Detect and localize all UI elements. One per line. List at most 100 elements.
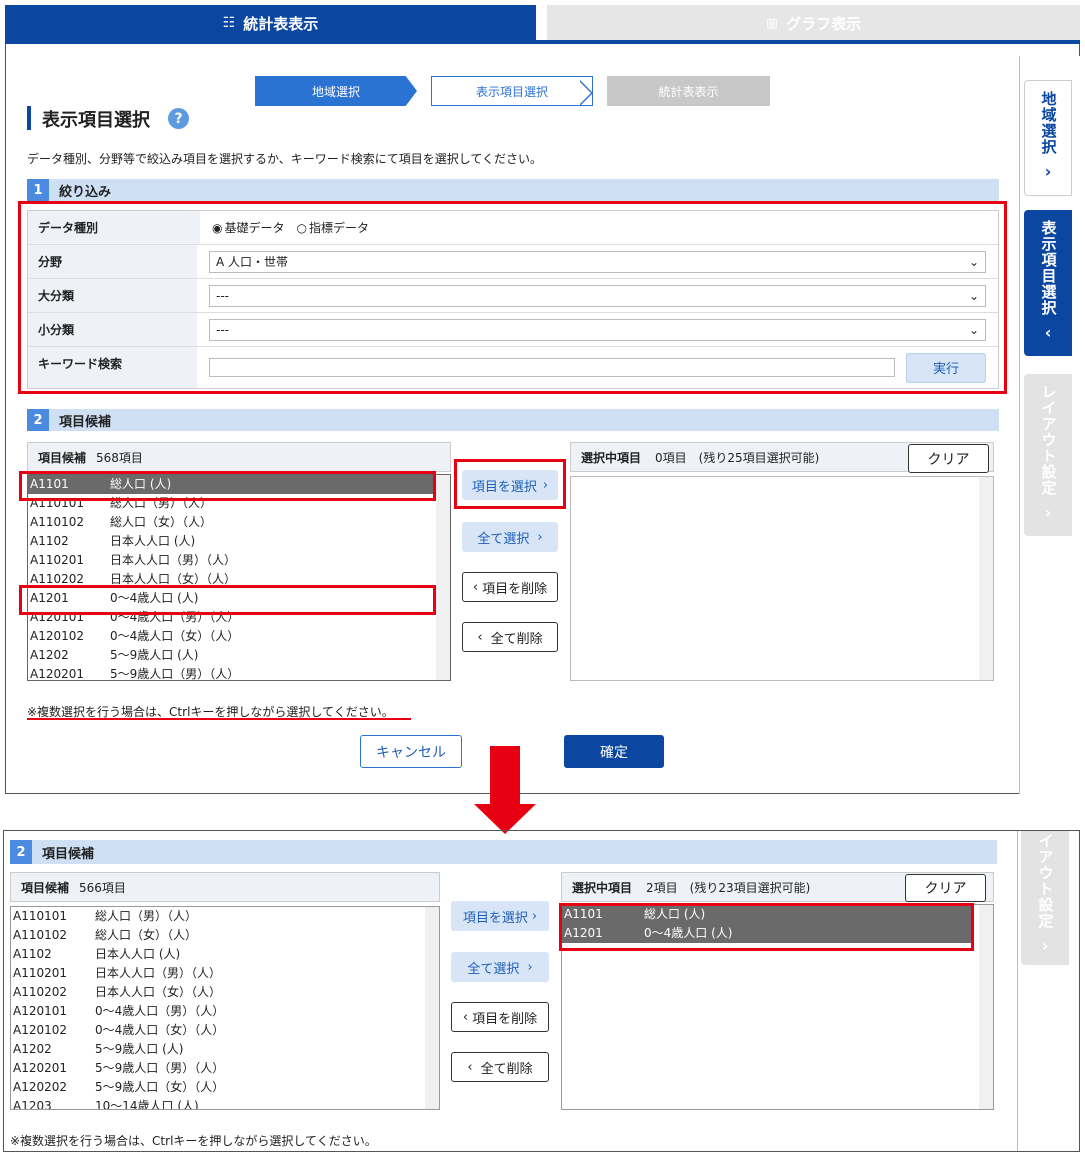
page-title: 表示項目選択 (42, 110, 150, 131)
item-code: A120202 (13, 1080, 68, 1094)
chevron-left-icon: ‹ (472, 579, 479, 595)
list-item[interactable]: A110201 日本人人口（男）（人） (28, 551, 450, 570)
tab-stats-table[interactable]: ☷ 統計表表示 (5, 5, 536, 41)
scrollbar[interactable] (425, 907, 439, 1109)
list-item[interactable]: A110201 日本人人口（男）（人） (11, 964, 439, 983)
side-tab-items[interactable]: 表示項目選択 ‹ (1024, 210, 1072, 356)
after-side-tab-label: イアウト設定 (1036, 833, 1055, 929)
item-name: 0～4歳人口（女）（人） (95, 1023, 225, 1037)
select-item-label: 項目を選択 (462, 910, 528, 926)
scrollbar[interactable] (979, 905, 993, 1109)
item-code: A1102 (13, 947, 52, 961)
chevron-right-icon: › (1044, 162, 1052, 181)
highlight-filter (18, 201, 1007, 394)
chevron-right-icon: › (537, 529, 543, 545)
section-number: 1 (27, 179, 49, 201)
item-name: 日本人人口（女）（人） (110, 572, 237, 586)
item-code: A120201 (30, 667, 85, 681)
highlight-row-a1101 (19, 471, 436, 501)
chevron-left-icon: ‹ (1044, 323, 1052, 342)
list-item[interactable]: A110202 日本人人口（女）（人） (11, 983, 439, 1002)
chevron-left-icon: ‹ (477, 629, 483, 645)
delete-all-label: 全て削除 (480, 1061, 533, 1077)
after-side-tab-layout[interactable]: イアウト設定 › (1021, 831, 1069, 965)
candidate-list-title: 項目候補 (38, 450, 87, 465)
item-code: A110201 (13, 966, 68, 980)
selected-listbox[interactable] (570, 476, 994, 681)
step-table: 統計表表示 (607, 76, 770, 106)
step-table-label: 統計表表示 (658, 84, 719, 99)
list-item[interactable]: A110102 総人口（女）（人） (11, 926, 439, 945)
after-select-all-button[interactable]: 全て選択 › (451, 952, 549, 982)
section-number: 2 (10, 840, 32, 864)
help-icon[interactable]: ? (168, 108, 189, 129)
item-code: A1202 (13, 1042, 52, 1056)
after-multi-select-note: ※複数選択を行う場合は、Ctrlキーを押しながら選択してください。 (10, 1134, 377, 1148)
item-code: A1202 (30, 648, 69, 662)
item-name: 5～9歳人口 (人) (95, 1042, 184, 1056)
section-title: 項目候補 (59, 414, 112, 430)
candidate-list-header: 項目候補 568項目 (27, 442, 451, 472)
item-code: A120101 (13, 1004, 68, 1018)
item-code: A110102 (30, 515, 85, 529)
delete-item-label: 項目を削除 (472, 1011, 538, 1027)
after-selected-count: 2項目 (残り23項目選択可能) (646, 880, 811, 895)
item-name: 日本人人口 (人) (110, 534, 196, 548)
tab-graph-label: グラフ表示 (786, 14, 862, 33)
after-side-col: イアウト設定 › (1017, 831, 1079, 1151)
item-code: A110202 (13, 985, 68, 999)
candidate-listbox[interactable]: A1101 総人口 (人) A110101 総人口（男）（人） A110102 総人口（女… (27, 474, 451, 681)
scrollbar[interactable] (979, 477, 993, 680)
after-clear-button[interactable]: クリア (905, 874, 986, 902)
after-candidate-listbox[interactable]: A110101 総人口（男）（人） A110102 総人口（女）（人） A1102 日本人… (10, 906, 440, 1110)
item-name: 日本人人口（男）（人） (110, 553, 237, 567)
side-tab-layout-label: レイアウト設定 (1039, 384, 1058, 496)
item-code: A110201 (30, 553, 85, 567)
delete-all-button[interactable]: ‹ 全て削除 (462, 622, 558, 652)
step-region-label: 地域選択 (311, 84, 360, 99)
delete-item-button[interactable]: ‹ 項目を削除 (462, 572, 558, 602)
item-code: A120201 (13, 1061, 68, 1075)
select-all-button[interactable]: 全て選択 › (462, 522, 558, 552)
item-name: 5～9歳人口（男）（人） (95, 1061, 225, 1075)
list-item[interactable]: A120102 0～4歳人口（女）（人） (11, 1021, 439, 1040)
after-delete-item-button[interactable]: ‹ 項目を削除 (451, 1002, 549, 1032)
highlight-selected-items (559, 903, 974, 951)
list-item[interactable]: A1202 5～9歳人口 (人) (28, 646, 450, 665)
list-item[interactable]: A120202 5～9歳人口（女）（人） (11, 1078, 439, 1097)
list-item[interactable]: A1202 5～9歳人口 (人) (11, 1040, 439, 1059)
confirm-button[interactable]: 確定 (564, 735, 664, 768)
item-code: A120102 (30, 629, 85, 643)
arrow-down-icon (490, 746, 520, 806)
side-tab-region[interactable]: 地域選択 › (1024, 80, 1072, 196)
item-name: 総人口（男）（人） (95, 909, 198, 923)
cancel-button[interactable]: キャンセル (360, 735, 462, 768)
tab-graph[interactable]: ▥ グラフ表示 (547, 5, 1080, 41)
after-select-item-button[interactable]: 項目を選択 › (451, 901, 549, 931)
list-item[interactable]: A1102 日本人人口 (人) (11, 945, 439, 964)
candidate-count: 568項目 (96, 450, 143, 465)
scrollbar[interactable] (436, 475, 450, 680)
list-item[interactable]: A1102 日本人人口 (人) (28, 532, 450, 551)
list-item[interactable]: A120101 0～4歳人口（男）（人） (11, 1002, 439, 1021)
list-item[interactable]: A110101 総人口（男）（人） (11, 907, 439, 926)
after-delete-all-button[interactable]: ‹ 全て削除 (451, 1052, 549, 1082)
delete-all-label: 全て削除 (490, 631, 543, 647)
section-number: 2 (27, 409, 49, 431)
section-title: 絞り込み (59, 184, 112, 200)
side-tab-layout[interactable]: レイアウト設定 › (1024, 374, 1072, 536)
list-item[interactable]: A120201 5～9歳人口（男）（人） (11, 1059, 439, 1078)
list-item[interactable]: A120102 0～4歳人口（女）（人） (28, 627, 450, 646)
chevron-right-icon: › (1044, 503, 1052, 522)
list-item[interactable]: A110102 総人口（女）（人） (28, 513, 450, 532)
chevron-right-icon: › (1041, 936, 1049, 955)
bar-chart-icon: ▥ (765, 15, 779, 31)
after-candidate-header: 項目候補 566項目 (10, 872, 440, 902)
chevron-right-icon: › (531, 908, 538, 924)
list-item[interactable]: A120201 5～9歳人口（男）（人） (28, 665, 450, 681)
list-item[interactable]: A1203 10～14歳人口 (人) (11, 1097, 439, 1109)
selected-count: 0項目 (残り25項目選択可能) (655, 450, 820, 465)
clear-button[interactable]: クリア (908, 444, 989, 473)
item-name: 日本人人口（女）（人） (95, 985, 222, 999)
item-name: 0～4歳人口（女）（人） (110, 629, 240, 643)
